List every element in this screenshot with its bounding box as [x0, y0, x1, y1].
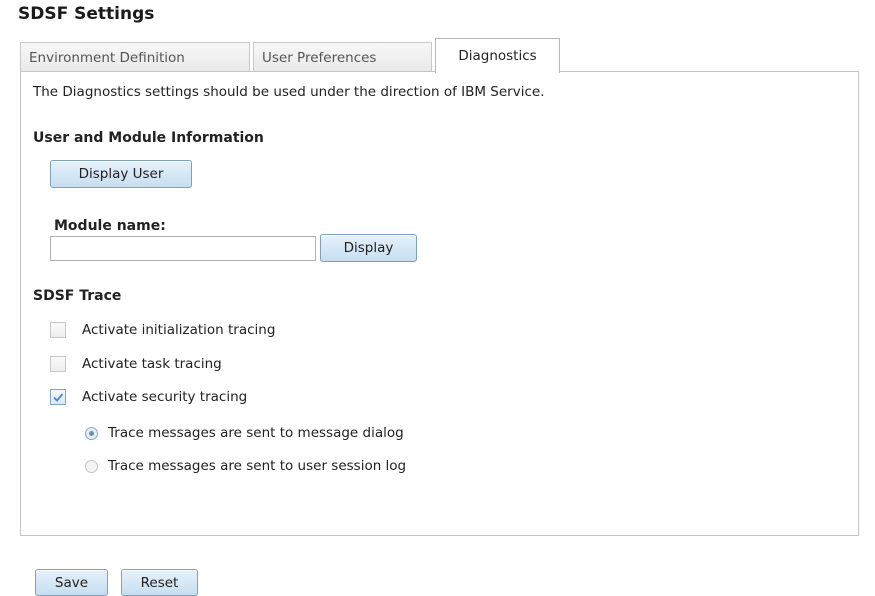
- save-button[interactable]: Save: [35, 569, 108, 596]
- reset-button[interactable]: Reset: [121, 569, 198, 596]
- trace-dest-dialog-label: Trace messages are sent to message dialo…: [108, 425, 404, 441]
- intro-text: The Diagnostics settings should be used …: [33, 84, 545, 100]
- display-button[interactable]: Display: [320, 234, 417, 262]
- tab-bar: Environment Definition User Preferences …: [20, 38, 563, 73]
- init-tracing-option: Activate initialization tracing: [50, 322, 275, 338]
- task-tracing-label: Activate task tracing: [82, 356, 222, 372]
- trace-dest-session-log-radio[interactable]: [85, 459, 98, 473]
- diagnostics-panel: The Diagnostics settings should be used …: [20, 71, 859, 536]
- security-tracing-label: Activate security tracing: [82, 389, 248, 405]
- tab-environment-definition[interactable]: Environment Definition: [20, 42, 250, 72]
- task-tracing-checkbox[interactable]: [50, 356, 66, 372]
- module-name-input[interactable]: [50, 236, 316, 261]
- page-title: SDSF Settings: [18, 4, 155, 24]
- trace-dest-dialog-option: Trace messages are sent to message dialo…: [85, 425, 404, 441]
- security-tracing-option: Activate security tracing: [50, 389, 247, 405]
- security-tracing-checkbox[interactable]: [50, 389, 66, 405]
- trace-dest-dialog-radio[interactable]: [85, 426, 98, 440]
- tab-diagnostics[interactable]: Diagnostics: [435, 38, 560, 73]
- module-name-label: Module name:: [54, 218, 166, 234]
- init-tracing-checkbox[interactable]: [50, 322, 66, 338]
- trace-dest-session-log-label: Trace messages are sent to user session …: [108, 458, 407, 474]
- sdsf-trace-heading: SDSF Trace: [33, 288, 122, 304]
- trace-dest-session-log-option: Trace messages are sent to user session …: [85, 458, 406, 474]
- check-mark-icon: [53, 393, 64, 402]
- task-tracing-option: Activate task tracing: [50, 356, 222, 372]
- radio-selected-dot-icon: [89, 430, 94, 436]
- tab-user-preferences[interactable]: User Preferences: [253, 42, 432, 72]
- user-module-heading: User and Module Information: [33, 130, 264, 146]
- init-tracing-label: Activate initialization tracing: [82, 322, 276, 338]
- display-user-button[interactable]: Display User: [50, 160, 192, 188]
